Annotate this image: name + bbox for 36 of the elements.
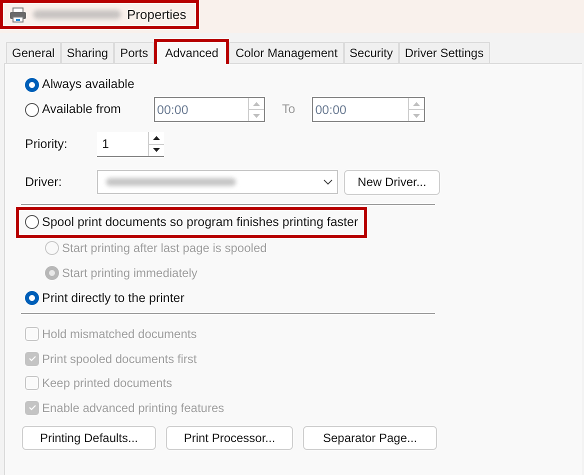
checkbox-label: Print spooled documents first [42,350,197,368]
radio-button[interactable] [25,215,39,229]
printer-icon [9,6,27,22]
tab[interactable]: Security [344,42,399,63]
chevron-down-icon [323,179,333,185]
priority-label: Priority: [25,136,68,154]
dialog-button[interactable]: Printing Defaults... [22,426,156,450]
driver-label: Driver: [25,174,63,191]
tab[interactable]: Advanced [154,39,230,64]
dialog-button[interactable]: Print Processor... [166,426,293,450]
radio-label: Spool print documents so program finishes printing faster [42,214,358,231]
checkbox-label: Enable advanced printing features [42,400,224,417]
tab[interactable]: Ports [114,42,154,63]
radio-button[interactable] [25,291,39,305]
radio-button[interactable] [25,102,39,116]
checkbox-label: Keep printed documents [42,375,172,392]
new-driver-button[interactable]: New Driver... [344,170,440,194]
radio-label: Start printing after last page is spooled [62,240,267,256]
to-label: To [282,101,296,118]
checkbox-label: Hold mismatched documents [42,326,197,344]
radio-label: Available from [42,101,121,118]
tab[interactable]: Driver Settings [398,42,490,63]
spin-buttons[interactable] [148,132,164,156]
radio-label: Start printing immediately [62,264,198,282]
tab[interactable]: General [6,42,61,63]
radio-label: Print directly to the printer [42,290,184,307]
dialog-button[interactable]: Separator Page... [303,426,437,450]
priority-spinbox[interactable]: 1 [97,132,164,157]
tab[interactable]: Color Management [229,42,344,63]
window-title: Properties [127,6,186,24]
checkmark-icon [28,403,36,412]
radio-label: Always available [42,76,134,94]
driver-dropdown[interactable] [97,170,338,194]
tab[interactable]: Sharing [60,42,114,63]
radio-button[interactable] [25,78,39,92]
checkmark-icon [28,354,36,364]
